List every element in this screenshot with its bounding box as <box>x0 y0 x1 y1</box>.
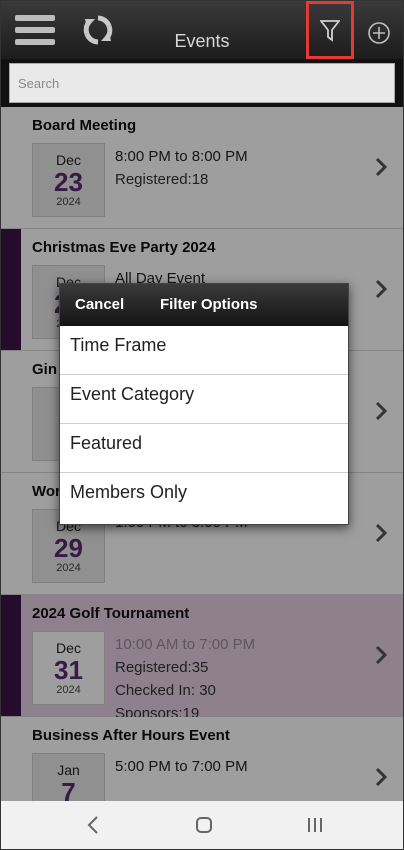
dialog-header: Cancel Filter Options <box>60 284 348 326</box>
option-time-frame[interactable]: Time Frame <box>60 326 348 375</box>
filter-button[interactable] <box>306 1 354 59</box>
option-event-category[interactable]: Event Category <box>60 375 348 424</box>
system-nav-bar <box>1 801 403 849</box>
back-icon[interactable] <box>86 815 100 835</box>
cancel-button[interactable]: Cancel <box>75 296 124 313</box>
add-icon[interactable] <box>367 21 391 50</box>
app-screen: Events Board Meeting Dec 23 2024 8: <box>0 0 404 850</box>
option-members-only[interactable]: Members Only <box>60 473 348 522</box>
search-bar <box>1 59 403 107</box>
home-icon[interactable] <box>195 816 213 834</box>
top-bar: Events <box>1 1 403 59</box>
filter-icon <box>320 20 340 42</box>
option-featured[interactable]: Featured <box>60 424 348 473</box>
dialog-title: Filter Options <box>160 296 258 313</box>
recent-apps-icon[interactable] <box>306 817 324 833</box>
filter-options-dialog: Cancel Filter Options Time Frame Event C… <box>59 283 349 525</box>
search-input[interactable] <box>9 63 395 103</box>
